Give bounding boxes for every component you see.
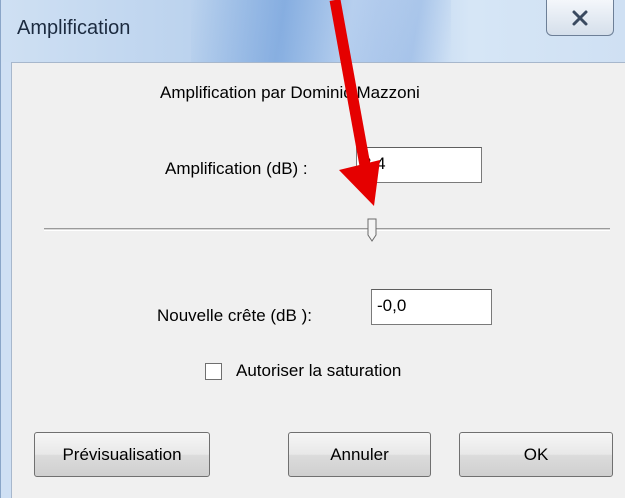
slider-thumb[interactable]	[367, 218, 377, 242]
effect-title: Amplification par Dominic Mazzoni	[160, 83, 420, 102]
close-x-icon	[572, 10, 588, 25]
allow-clipping-option[interactable]: Autoriser la saturation	[205, 359, 401, 383]
amplification-input[interactable]: 3,4	[356, 147, 482, 183]
slider-track	[44, 228, 610, 231]
amplification-label: Amplification (dB) :	[165, 159, 308, 178]
allow-clipping-label: Autoriser la saturation	[236, 361, 402, 380]
preview-button[interactable]: Prévisualisation	[34, 432, 210, 477]
new-peak-label: Nouvelle crête (dB ):	[157, 306, 312, 325]
close-button[interactable]	[546, 0, 614, 36]
window-title: Amplification	[17, 17, 131, 39]
ok-button[interactable]: OK	[459, 432, 613, 477]
allow-clipping-checkbox[interactable]	[205, 362, 222, 380]
cancel-button[interactable]: Annuler	[288, 432, 431, 477]
dialog-window: Amplification Amplification par Dominic …	[0, 0, 625, 498]
amplification-slider[interactable]	[44, 218, 610, 242]
new-peak-input[interactable]: -0,0	[371, 289, 492, 325]
title-bar-glass	[191, 0, 451, 62]
dialog-client-area: Amplification par Dominic Mazzoni Amplif…	[11, 62, 625, 498]
title-bar[interactable]: Amplification	[1, 0, 625, 62]
